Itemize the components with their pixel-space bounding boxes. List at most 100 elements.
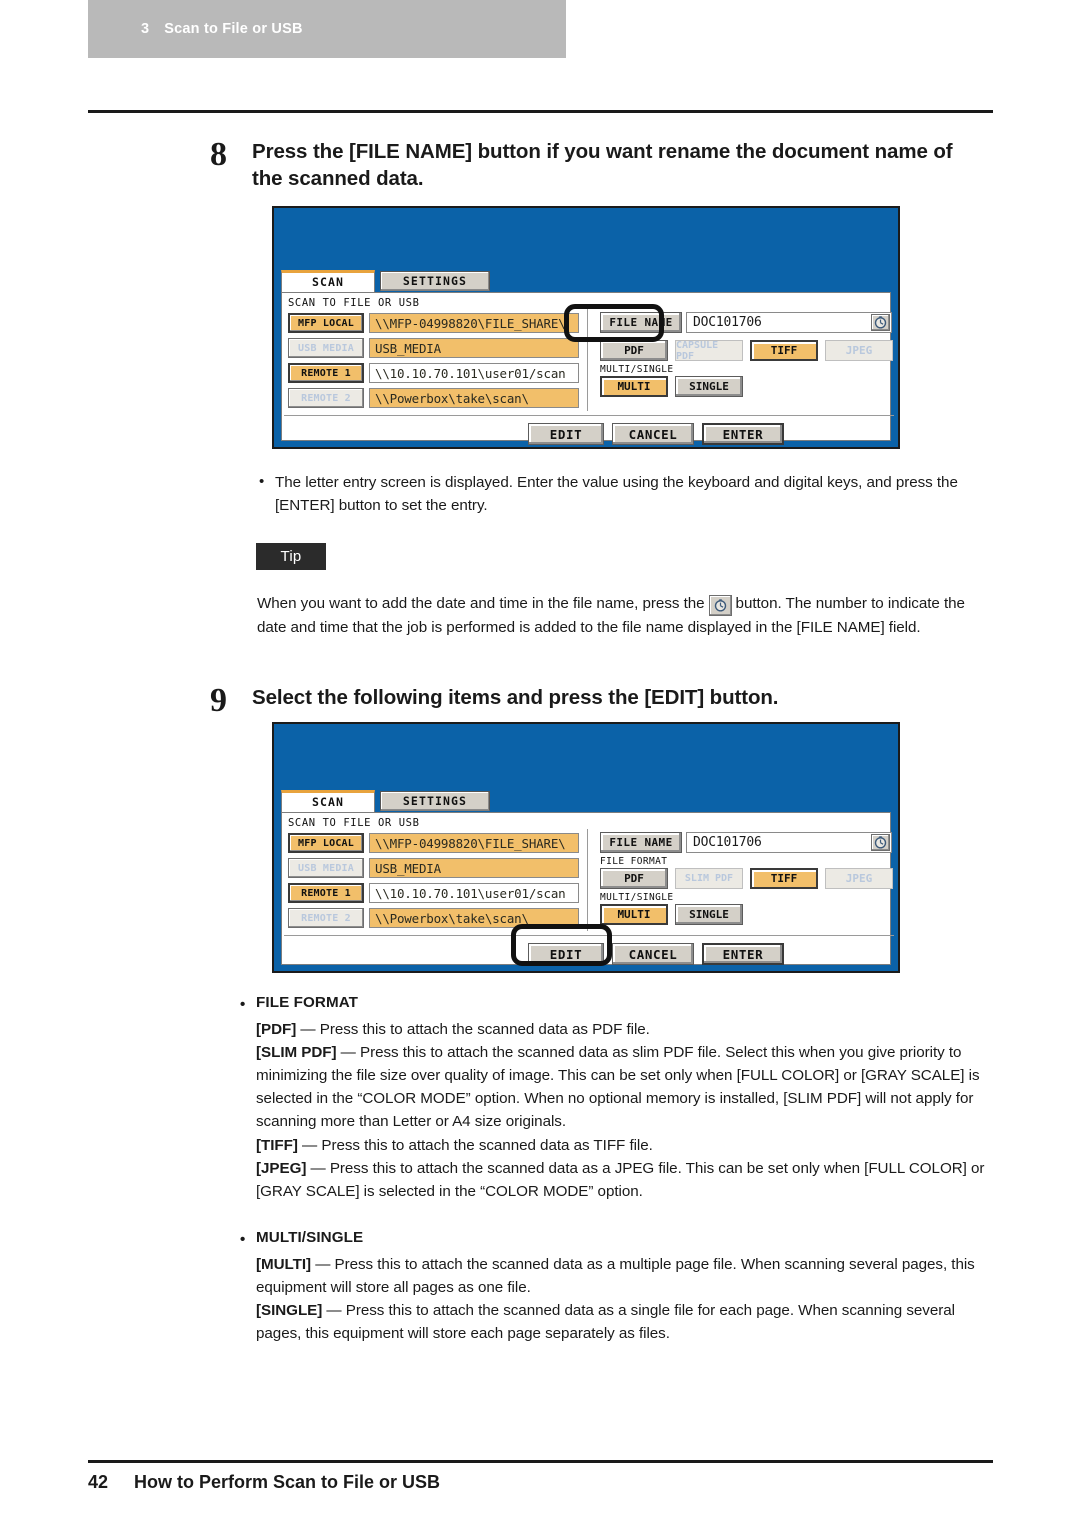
definition-heading-multi-single: MULTI/SINGLE: [256, 1229, 364, 1246]
screen2-tab-scan[interactable]: SCAN: [281, 790, 375, 812]
screen1-path-field-usb-media[interactable]: USB_MEDIA: [369, 338, 579, 358]
screen2-file-name-field[interactable]: DOC101706: [686, 832, 892, 853]
clock-icon[interactable]: [871, 834, 890, 851]
screen2-source-row-1: USB MEDIA USB_MEDIA: [288, 857, 579, 879]
step-8-text: Press the [FILE NAME] button if you want…: [252, 140, 953, 191]
screen1-source-button-mfp-local[interactable]: MFP LOCAL: [288, 313, 364, 333]
header-divider: [88, 110, 993, 113]
tip-badge: Tip: [256, 543, 326, 570]
screen2-action-divider: [284, 935, 894, 936]
screen2-file-name-button[interactable]: FILE NAME: [600, 832, 682, 853]
tip-text-before: When you want to add the date and time i…: [257, 595, 705, 612]
screen1-tab-settings[interactable]: SETTINGS: [380, 271, 490, 291]
screen1-column-divider: [587, 309, 588, 411]
screen1-path-field-remote-2[interactable]: \\Powerbox\take\scan\: [369, 388, 579, 408]
step-9: 9 Select the following items and press t…: [210, 684, 980, 718]
screen2-source-row-3: REMOTE 2 \\Powerbox\take\scan\: [288, 907, 579, 929]
definition-term-tiff: [TIFF]: [256, 1136, 298, 1154]
definition-item-single: [SINGLE] — Press this to attach the scan…: [256, 1299, 1000, 1345]
definition-term-pdf: [PDF]: [256, 1020, 297, 1038]
screen1-format-button-capsule-pdf[interactable]: CAPSULE PDF: [675, 340, 743, 362]
screen1-source-row-3: REMOTE 2 \\Powerbox\take\scan\: [288, 387, 579, 409]
definition-desc-multi: Press this to attach the scanned data as…: [256, 1255, 975, 1296]
definition-dash: —: [336, 1043, 360, 1061]
screen1-path-field-remote-1[interactable]: \\10.10.70.101\user01/scan: [369, 363, 579, 383]
screen1-enter-button[interactable]: ENTER: [702, 423, 784, 445]
screen2-file-format-label: FILE FORMAT: [600, 856, 668, 867]
screen1-format-button-tiff[interactable]: TIFF: [750, 340, 818, 361]
definition-block-multi-single: • MULTI/SINGLE [MULTI] — Press this to a…: [240, 1229, 1000, 1345]
screen2-format-button-tiff[interactable]: TIFF: [750, 868, 818, 889]
definition-dash: —: [306, 1159, 330, 1177]
clock-icon[interactable]: [871, 314, 890, 331]
screen2-multisingle-button-multi[interactable]: MULTI: [600, 904, 668, 925]
screen2-format-button-slim-pdf[interactable]: SLIM PDF: [675, 868, 743, 889]
screen1-source-row-2: REMOTE 1 \\10.10.70.101\user01/scan: [288, 362, 579, 384]
step-9-number: 9: [210, 682, 227, 719]
screen2-tabrow: SCAN SETTINGS: [281, 790, 490, 812]
note-bullet-text: The letter entry screen is displayed. En…: [275, 474, 958, 515]
screen1-file-name-field[interactable]: DOC101706: [686, 312, 892, 333]
definition-desc-slim-pdf: Press this to attach the scanned data as…: [256, 1043, 980, 1131]
screen2-multisingle-button-single[interactable]: SINGLE: [675, 904, 743, 925]
chapter-title: Scan to File or USB: [164, 21, 303, 37]
bullet-marker: •: [240, 1231, 246, 1248]
definition-block-file-format: • FILE FORMAT [PDF] — Press this to atta…: [240, 994, 1000, 1203]
screen1-tab-scan[interactable]: SCAN: [281, 270, 375, 292]
screen2-path-field-remote-1[interactable]: \\10.10.70.101\user01/scan: [369, 883, 579, 903]
screen1-multisingle-button-single[interactable]: SINGLE: [675, 376, 743, 397]
screen1-file-name-button[interactable]: FILE NAME: [600, 312, 682, 333]
screen2-section-title: SCAN TO FILE OR USB: [288, 817, 420, 829]
definition-dash: —: [322, 1302, 346, 1320]
screen2-source-button-mfp-local[interactable]: MFP LOCAL: [288, 833, 364, 853]
screen2-path-field-mfp-local[interactable]: \\MFP-04998820\FILE_SHARE\: [369, 833, 579, 853]
screen1-source-row-0: MFP LOCAL \\MFP-04998820\FILE_SHARE\: [288, 312, 579, 334]
screen2-path-field-usb-media[interactable]: USB_MEDIA: [369, 858, 579, 878]
screen2-enter-button[interactable]: ENTER: [702, 943, 784, 965]
screen1-source-button-remote-1[interactable]: REMOTE 1: [288, 363, 364, 383]
screen1-action-divider: [284, 415, 894, 416]
screen2-format-button-pdf[interactable]: PDF: [600, 868, 668, 889]
definition-heading-row: • MULTI/SINGLE: [240, 1229, 1000, 1252]
screen1-section-title: SCAN TO FILE OR USB: [288, 297, 420, 309]
screen2-body: SCAN TO FILE OR USB MFP LOCAL \\MFP-0499…: [281, 812, 894, 965]
screen2-path-field-remote-2[interactable]: \\Powerbox\take\scan\: [369, 908, 579, 928]
screen2-edit-button[interactable]: EDIT: [528, 943, 604, 965]
definition-term-slim-pdf: [SLIM PDF]: [256, 1043, 337, 1061]
tip-text: When you want to add the date and time i…: [257, 592, 993, 639]
step-9-text: Select the following items and press the…: [252, 686, 779, 709]
screen1-multisingle-label: MULTI/SINGLE: [600, 364, 674, 375]
definition-item-multi: [MULTI] — Press this to attach the scann…: [256, 1253, 1000, 1299]
screen1-edit-button[interactable]: EDIT: [528, 423, 604, 445]
screen1-format-button-pdf[interactable]: PDF: [600, 340, 668, 361]
step-8-number: 8: [210, 136, 227, 173]
definition-dash: —: [311, 1255, 335, 1273]
screen1-cancel-button[interactable]: CANCEL: [612, 423, 694, 445]
definition-desc-jpeg: Press this to attach the scanned data as…: [256, 1159, 985, 1200]
footer-divider: [88, 1460, 993, 1463]
definition-dash: —: [297, 1136, 322, 1154]
screen2-tab-settings[interactable]: SETTINGS: [380, 791, 490, 811]
clock-icon-inline: [708, 595, 732, 616]
screen1-source-button-usb-media[interactable]: USB MEDIA: [288, 338, 364, 358]
definition-desc-pdf: Press this to attach the scanned data as…: [319, 1020, 650, 1038]
chapter-tab: 3 Scan to File or USB: [88, 0, 566, 58]
screen2-source-button-remote-1[interactable]: REMOTE 1: [288, 883, 364, 903]
screen2-cancel-button[interactable]: CANCEL: [612, 943, 694, 965]
screen1-format-button-jpeg[interactable]: JPEG: [825, 340, 893, 361]
definition-item-jpeg: [JPEG] — Press this to attach the scanne…: [256, 1157, 1000, 1203]
definition-item-pdf: [PDF] — Press this to attach the scanned…: [256, 1018, 1000, 1041]
definition-desc-tiff: Press this to attach the scanned data as…: [321, 1136, 653, 1154]
screen1-multisingle-button-multi[interactable]: MULTI: [600, 376, 668, 397]
screen1-source-button-remote-2[interactable]: REMOTE 2: [288, 388, 364, 408]
screen1-body: SCAN TO FILE OR USB MFP LOCAL \\MFP-0499…: [281, 292, 894, 445]
definition-term-single: [SINGLE]: [256, 1302, 323, 1320]
chapter-number: 3: [141, 21, 150, 37]
screen1-path-field-mfp-local[interactable]: \\MFP-04998820\FILE_SHARE\: [369, 313, 579, 333]
screen2-format-button-jpeg[interactable]: JPEG: [825, 868, 893, 889]
screen2-source-button-remote-2[interactable]: REMOTE 2: [288, 908, 364, 928]
definition-term-multi: [MULTI]: [256, 1255, 312, 1273]
screen2-source-row-2: REMOTE 1 \\10.10.70.101\user01/scan: [288, 882, 579, 904]
lcd-screenshot-2: SCAN SETTINGS SCAN TO FILE OR USB MFP LO…: [272, 722, 900, 973]
screen2-source-button-usb-media[interactable]: USB MEDIA: [288, 858, 364, 878]
